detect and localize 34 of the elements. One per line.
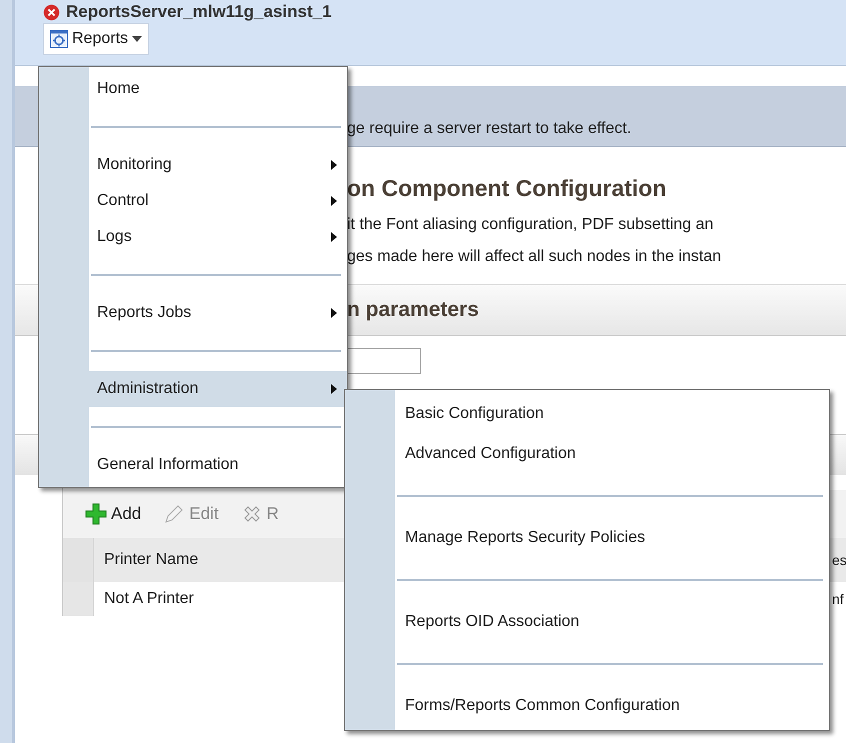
- message-text: ge require a server restart to take effect.: [347, 120, 632, 139]
- menu-item[interactable]: Basic Configuration: [345, 394, 829, 434]
- submenu-arrow-icon: [331, 232, 337, 242]
- submenu-arrow-icon: [331, 196, 337, 206]
- section-heading: on Component Configuration: [347, 175, 666, 202]
- reports-menu-button[interactable]: Reports: [43, 23, 150, 55]
- table-cell: nf: [832, 591, 844, 607]
- add-button[interactable]: Add: [85, 503, 142, 525]
- menu-item[interactable]: Reports Jobs: [39, 295, 347, 331]
- menu-item[interactable]: Home: [39, 71, 347, 107]
- row-selector-cell[interactable]: [63, 582, 94, 616]
- column-header[interactable]: es: [832, 552, 846, 568]
- menu-item[interactable]: General Information: [39, 447, 347, 483]
- target-icon: [50, 30, 68, 48]
- menu-item[interactable]: Manage Reports Security Policies: [345, 518, 829, 558]
- error-icon: [43, 4, 60, 20]
- description-text: ges made here will affect all such nodes in the instan: [347, 248, 722, 266]
- submenu-arrow-icon: [331, 308, 337, 318]
- submenu-arrow-icon: [331, 160, 337, 170]
- section-title: n parameters: [347, 298, 479, 322]
- menu-item[interactable]: Logs: [39, 219, 347, 255]
- table-cell: Not A Printer: [104, 590, 194, 607]
- menu-item[interactable]: Advanced Configuration: [345, 434, 829, 474]
- caret-icon: [132, 36, 142, 42]
- menu-item[interactable]: Reports OID Association: [345, 602, 829, 642]
- menu-item[interactable]: Control: [39, 183, 347, 219]
- menu-item[interactable]: Monitoring: [39, 147, 347, 183]
- plus-icon: [85, 503, 107, 525]
- column-header[interactable]: Printer Name: [104, 551, 198, 568]
- pencil-icon: [163, 503, 186, 525]
- menu-item[interactable]: Forms/Reports Common Configuration: [345, 686, 829, 726]
- page-title: ReportsServer_mlw11g_asinst_1: [66, 2, 332, 22]
- submenu-arrow-icon: [331, 384, 337, 394]
- description-text: it the Font aliasing configuration, PDF subsetting an: [347, 216, 714, 234]
